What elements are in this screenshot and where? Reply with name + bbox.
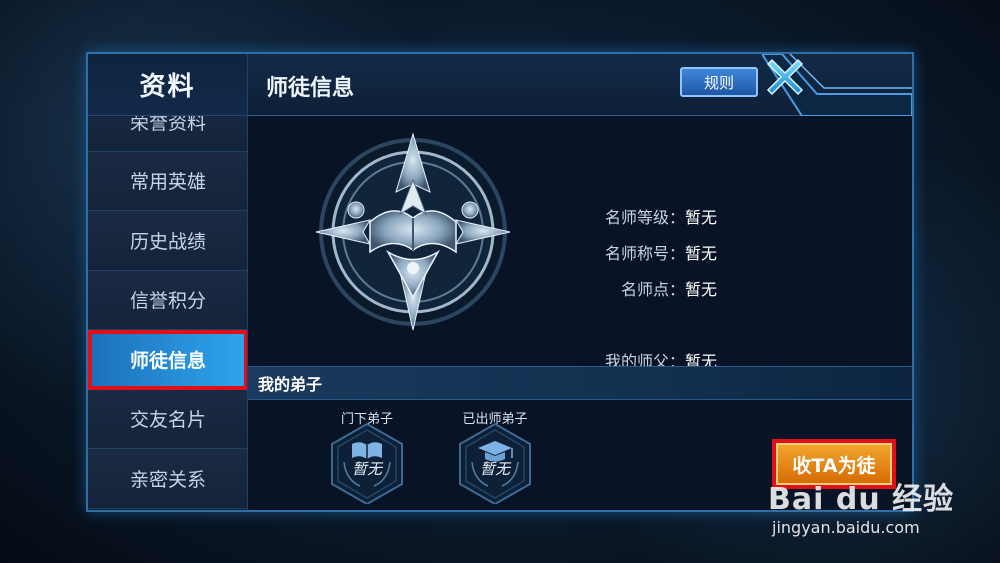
sidebar-item-label: 师徒信息	[129, 349, 206, 372]
mentor-title-value: 暂无	[685, 244, 718, 263]
mentor-level-label: 名师等级：	[604, 208, 685, 227]
sidebar-item-mentorship[interactable]: 师徒信息	[88, 330, 247, 390]
profile-panel: 荣誉资料 常用英雄 历史战绩 信誉积分 师徒信息 交友名片 亲密关系 资料 师徒…	[86, 52, 914, 512]
sidebar-item-credit[interactable]: 信誉积分	[88, 270, 247, 330]
mentor-title-label: 名师称号：	[604, 244, 685, 263]
watermark-brand: Bai du 经验	[768, 482, 955, 517]
mentor-points-label: 名师点：	[620, 280, 685, 299]
sidebar-list: 荣誉资料 常用英雄 历史战绩 信誉积分 师徒信息 交友名片 亲密关系	[88, 92, 247, 509]
sidebar: 荣誉资料 常用英雄 历史战绩 信誉积分 师徒信息 交友名片 亲密关系 资料	[88, 54, 248, 510]
mentor-level-value: 暂无	[685, 208, 718, 227]
sidebar-item-label: 信誉积分	[129, 290, 206, 313]
rules-button[interactable]: 规则	[680, 67, 758, 97]
badge-current-disciples[interactable]: 门下弟子 暂无	[322, 408, 412, 508]
disciples-section-header: 我的弟子	[248, 366, 912, 400]
badge-graduated-disciples[interactable]: 已出师弟子 暂无	[450, 408, 540, 508]
close-x-icon[interactable]	[762, 54, 808, 100]
watermark-url: jingyan.baidu.com	[772, 518, 920, 537]
sidebar-title: 资料	[88, 54, 247, 116]
sidebar-item-common-heroes[interactable]: 常用英雄	[88, 151, 247, 211]
sidebar-item-label: 常用英雄	[129, 171, 206, 194]
sidebar-item-history[interactable]: 历史战绩	[88, 211, 247, 271]
sidebar-item-label: 历史战绩	[129, 230, 206, 253]
info-row-mentor-points: 名师点：暂无	[578, 276, 878, 300]
mentor-emblem-icon	[315, 132, 511, 331]
info-row-mentor-level: 名师等级：暂无	[578, 204, 878, 228]
badge-value: 暂无	[479, 460, 510, 478]
sidebar-item-intimacy[interactable]: 亲密关系	[88, 449, 247, 509]
sidebar-item-label: 亲密关系	[129, 468, 206, 491]
badge-value: 暂无	[351, 460, 382, 478]
disciples-section-title: 我的弟子	[258, 375, 323, 394]
close-area	[762, 54, 912, 116]
mentor-points-value: 暂无	[685, 280, 718, 299]
page-title: 师徒信息	[266, 76, 355, 101]
sidebar-item-label: 交友名片	[129, 409, 206, 432]
baidu-jingyan-watermark: Bai du 经验 jingyan.baidu.com	[768, 470, 968, 550]
info-row-mentor-title: 名师称号：暂无	[578, 240, 878, 264]
sidebar-item-friend-card[interactable]: 交友名片	[88, 389, 247, 449]
header: 师徒信息 规则	[248, 54, 912, 116]
